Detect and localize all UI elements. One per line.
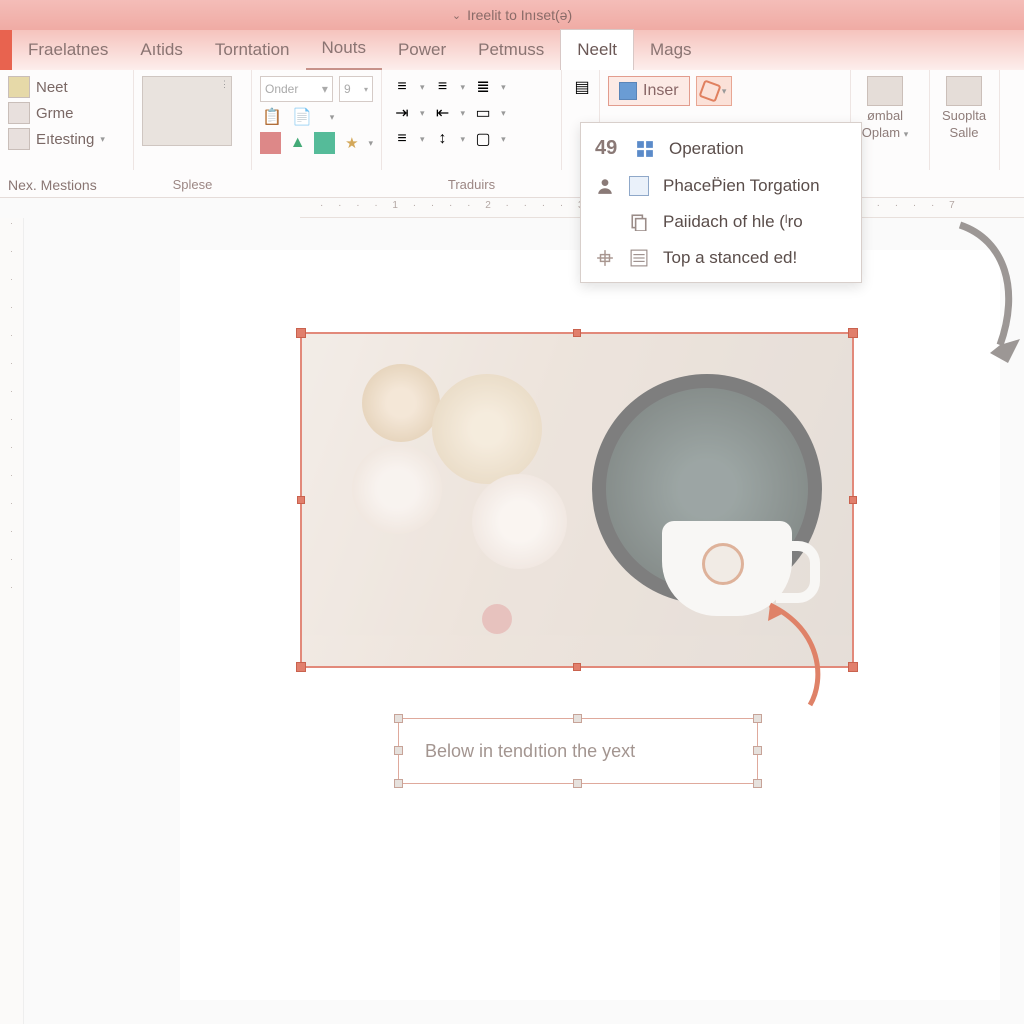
inser-label: Inser bbox=[643, 82, 679, 100]
ribbon-group-supply: Suoplta Salle bbox=[930, 70, 1000, 170]
resize-handle-tm[interactable] bbox=[573, 329, 581, 337]
resize-handle-tm[interactable] bbox=[573, 714, 582, 723]
supply-button[interactable]: Suoplta Salle bbox=[938, 76, 990, 140]
chevron-down-icon[interactable]: ▾ bbox=[368, 138, 373, 149]
grid-icon bbox=[8, 102, 30, 124]
resize-handle-ml[interactable] bbox=[297, 496, 305, 504]
tiles-icon bbox=[635, 139, 655, 159]
gallery-expand-icon[interactable]: ⋮ bbox=[220, 79, 229, 90]
align-center-icon[interactable]: ≡ bbox=[431, 76, 455, 98]
ribbon-group-font: Onder▾ 9▾ 📋 📄 ▾ ▲ ★ ▾ bbox=[252, 70, 382, 170]
font-size-combo[interactable]: 9▾ bbox=[339, 76, 373, 102]
insert-object-icon bbox=[619, 82, 637, 100]
justify-icon[interactable]: ≡ bbox=[390, 128, 414, 150]
vertical-ruler[interactable]: ·············· bbox=[0, 218, 24, 1024]
ribbon: Neet Grme Eıtesting ▾ ⋮ Splese Onder▾ 9▾ … bbox=[0, 70, 1024, 198]
dd-item-phacepien[interactable]: PhaceP̈ien Torgation bbox=[581, 168, 861, 204]
title-bar: ⌄ Ireelit to Inıset(ə) bbox=[0, 0, 1024, 30]
list-icon[interactable]: ≣ bbox=[471, 76, 495, 98]
ribbon-group-gallery: ⋮ Splese bbox=[134, 70, 252, 170]
resize-handle-br[interactable] bbox=[848, 662, 858, 672]
selected-image[interactable] bbox=[300, 332, 854, 668]
color-a-icon[interactable] bbox=[260, 132, 281, 154]
neet-button[interactable]: Neet bbox=[36, 79, 68, 96]
page-icon bbox=[8, 76, 30, 98]
tab-fraelatnes[interactable]: Fraelatnes bbox=[12, 30, 124, 70]
spacing-icon[interactable]: ↕ bbox=[431, 128, 455, 150]
ribbon-group-a: Neet Grme Eıtesting ▾ bbox=[0, 70, 134, 170]
resize-handle-tl[interactable] bbox=[394, 714, 403, 723]
symbol-button[interactable]: ømbal Oplam ▾ bbox=[859, 76, 911, 140]
misc-icon[interactable]: ▤ bbox=[570, 76, 594, 98]
rotate-button[interactable]: ▾ bbox=[696, 76, 732, 106]
shape-icon[interactable]: ▲ bbox=[287, 132, 308, 154]
dd-label: PhaceP̈ien Torgation bbox=[663, 176, 820, 196]
color-b-icon[interactable] bbox=[314, 132, 335, 154]
document-icon bbox=[629, 176, 649, 196]
person-icon bbox=[595, 176, 615, 196]
group-label: Splese bbox=[134, 177, 251, 192]
resize-handle-bl[interactable] bbox=[296, 662, 306, 672]
lines-icon bbox=[629, 248, 649, 268]
dd-label: Paiidach of hle (ˡro bbox=[663, 212, 803, 232]
ribbon-group-symbol: ømbal Oplam ▾ bbox=[850, 70, 930, 170]
font-combo[interactable]: Onder▾ bbox=[260, 76, 333, 102]
resize-handle-bm[interactable] bbox=[573, 663, 581, 671]
chevron-down-icon[interactable]: ▾ bbox=[100, 134, 105, 145]
indent-icon[interactable]: ⇥ bbox=[390, 102, 414, 124]
copy-icon[interactable]: 📋 bbox=[260, 106, 284, 128]
inser-dropdown-menu: 49 Operation PhaceP̈ien Torgation Paiida… bbox=[580, 122, 862, 283]
tab-neelt[interactable]: Neelt bbox=[560, 29, 634, 70]
ribbon-group-paragraph: ≡▾ ≡▾ ≣▾ ⇥▾ ⇤▾ ▭▾ ≡▾ ↕▾ ▢▾ Traduirs bbox=[382, 70, 562, 170]
dd-item-paidach[interactable]: Paiidach of hle (ˡro bbox=[581, 204, 861, 240]
resize-handle-ml[interactable] bbox=[394, 746, 403, 755]
star-icon[interactable]: ★ bbox=[341, 132, 362, 154]
existing-button[interactable]: Eıtesting bbox=[36, 131, 94, 148]
tab-aitids[interactable]: Aıtids bbox=[124, 30, 199, 70]
tab-nouts[interactable]: Nouts bbox=[306, 28, 382, 70]
image-content bbox=[302, 334, 852, 666]
paste-icon[interactable]: 📄 bbox=[290, 106, 314, 128]
outdent-icon[interactable]: ⇤ bbox=[431, 102, 455, 124]
chevron-down-icon: ⌄ bbox=[452, 9, 461, 22]
grme-button[interactable]: Grme bbox=[36, 105, 74, 122]
dd-label: Operation bbox=[669, 139, 744, 159]
group-label-nex: Nex. Mestions bbox=[8, 177, 97, 193]
symbol-icon bbox=[867, 76, 903, 106]
tab-power[interactable]: Power bbox=[382, 30, 462, 70]
resize-handle-mr[interactable] bbox=[753, 746, 762, 755]
border-icon[interactable]: ▢ bbox=[471, 128, 495, 150]
shape-gallery[interactable]: ⋮ bbox=[142, 76, 232, 146]
inser-split-button[interactable]: Inser bbox=[608, 76, 690, 106]
tab-torntation[interactable]: Torntation bbox=[199, 30, 306, 70]
align-center-icon bbox=[595, 248, 615, 268]
resize-handle-mr[interactable] bbox=[849, 496, 857, 504]
rotate-icon bbox=[698, 79, 721, 102]
columns-icon[interactable]: ▭ bbox=[471, 102, 495, 124]
caption-text-box[interactable]: Below in tendıtion the yext bbox=[398, 718, 758, 784]
align-left-icon[interactable]: ≡ bbox=[390, 76, 414, 98]
resize-handle-tr[interactable] bbox=[753, 714, 762, 723]
tab-strip: Fraelatnes Aıtids Torntation Nouts Power… bbox=[0, 30, 1024, 70]
group-label: Traduirs bbox=[382, 177, 561, 192]
dropdown-icon[interactable]: ▾ bbox=[320, 106, 344, 128]
copy-icon bbox=[629, 212, 649, 232]
supply-icon bbox=[946, 76, 982, 106]
resize-handle-tl[interactable] bbox=[296, 328, 306, 338]
tab-mags[interactable]: Mags bbox=[634, 30, 708, 70]
resize-handle-br[interactable] bbox=[753, 779, 762, 788]
dd-item-operation[interactable]: 49 Operation bbox=[581, 129, 861, 168]
resize-handle-bm[interactable] bbox=[573, 779, 582, 788]
resize-handle-tr[interactable] bbox=[848, 328, 858, 338]
caption-text: Below in tendıtion the yext bbox=[425, 741, 635, 762]
dd-label: Top a stanced ed! bbox=[663, 248, 797, 268]
badge-number: 49 bbox=[595, 137, 621, 160]
resize-handle-bl[interactable] bbox=[394, 779, 403, 788]
tab-petmuss[interactable]: Petmuss bbox=[462, 30, 560, 70]
dd-item-top-stanced[interactable]: Top a stanced ed! bbox=[581, 240, 861, 276]
document-title: Ireelit to Inıset(ə) bbox=[467, 7, 572, 23]
doc-icon bbox=[8, 128, 30, 150]
app-menu-button[interactable] bbox=[0, 30, 12, 70]
